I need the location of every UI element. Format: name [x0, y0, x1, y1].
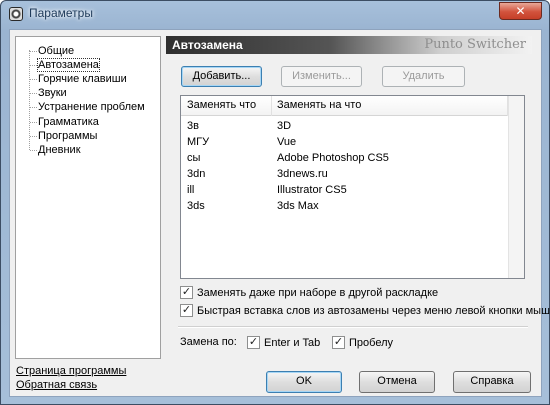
cell-replace-what: 3dn: [187, 168, 206, 180]
checkbox-box[interactable]: ✓: [247, 336, 260, 349]
cell-replace-what: сы: [187, 152, 201, 164]
nav-item-hotkeys[interactable]: Горячие клавиши: [30, 73, 127, 86]
cell-replace-with: Vue: [277, 136, 297, 148]
column-divider: [271, 96, 272, 116]
panel-title: Автозамена: [172, 38, 243, 52]
quick-insert-checkbox[interactable]: ✓ Быстрая вставка слов из автозамены чере…: [180, 304, 550, 318]
settings-nav-tree: Общие Автозамена Горячие клавиши Звуки У…: [15, 36, 161, 359]
feedback-link[interactable]: Обратная связь: [16, 379, 97, 391]
nav-item-general[interactable]: Общие: [30, 45, 74, 58]
help-button[interactable]: Справка: [453, 371, 531, 393]
delete-button[interactable]: Удалить: [382, 66, 465, 87]
cell-replace-with: 3dnews.ru: [277, 168, 328, 180]
autoreplace-table[interactable]: Заменять что Заменять на что 3в 3D МГУ V…: [180, 95, 525, 279]
cell-replace-what: 3ds: [187, 200, 205, 212]
cell-replace-with: 3D: [277, 120, 292, 132]
program-page-link[interactable]: Страница программы: [16, 365, 126, 377]
table-row[interactable]: сы Adobe Photoshop CS5: [181, 150, 509, 166]
column-header-replace-with[interactable]: Заменять на что: [277, 99, 361, 111]
checkbox-box[interactable]: ✓: [180, 304, 193, 317]
cell-replace-with: Adobe Photoshop CS5: [277, 152, 389, 164]
title-bar[interactable]: Параметры ✕: [1, 1, 549, 28]
app-icon: [9, 7, 23, 21]
table-row[interactable]: МГУ Vue: [181, 134, 509, 150]
table-row[interactable]: ill Illustrator CS5: [181, 182, 509, 198]
table-header: Заменять что Заменять на что: [181, 96, 524, 116]
cell-replace-with: 3ds Max: [277, 200, 319, 212]
table-scrollbar[interactable]: [508, 96, 524, 278]
nav-item-programs[interactable]: Программы: [30, 130, 97, 143]
panel-header: Автозамена Punto Switcher: [166, 36, 532, 54]
nav-item-diary[interactable]: Дневник: [30, 144, 81, 157]
add-button[interactable]: Добавить...: [181, 66, 262, 87]
settings-window: Параметры ✕ Общие Автозамена Горячие кла…: [0, 0, 550, 405]
checkbox-label: Заменять даже при наборе в другой раскла…: [197, 287, 439, 299]
replace-on-label: Замена по:: [180, 336, 237, 348]
cell-replace-what: 3в: [187, 120, 199, 132]
replace-other-layout-checkbox[interactable]: ✓ Заменять даже при наборе в другой раскл…: [180, 286, 438, 300]
cell-replace-with: Illustrator CS5: [277, 184, 347, 196]
cell-replace-what: МГУ: [187, 136, 210, 148]
table-row[interactable]: 3ds 3ds Max: [181, 198, 509, 214]
brand-logo-text: Punto Switcher: [424, 37, 526, 52]
checkbox-label: Пробелу: [349, 337, 393, 349]
nav-item-autoreplace[interactable]: Автозамена: [30, 58, 100, 72]
cell-replace-what: ill: [187, 184, 195, 196]
checkbox-label: Быстрая вставка слов из автозамены через…: [197, 305, 550, 317]
window-title: Параметры: [29, 6, 93, 20]
autoreplace-panel: Автозамена Punto Switcher Добавить... Из…: [166, 36, 550, 359]
column-header-replace-what[interactable]: Заменять что: [187, 99, 256, 111]
edit-button[interactable]: Изменить...: [281, 66, 362, 87]
enter-tab-checkbox[interactable]: ✓ Enter и Tab: [247, 336, 320, 350]
checkbox-label: Enter и Tab: [264, 337, 321, 349]
nav-item-sounds[interactable]: Звуки: [30, 87, 67, 100]
space-checkbox[interactable]: ✓ Пробелу: [332, 336, 393, 350]
cancel-button[interactable]: Отмена: [359, 371, 435, 393]
section-divider: [178, 326, 528, 328]
ok-button[interactable]: OK: [266, 371, 342, 393]
table-row[interactable]: 3dn 3dnews.ru: [181, 166, 509, 182]
close-button[interactable]: ✕: [499, 2, 542, 20]
nav-item-troubleshooting[interactable]: Устранение проблем: [30, 101, 145, 114]
checkbox-box[interactable]: ✓: [332, 336, 345, 349]
checkbox-box[interactable]: ✓: [180, 286, 193, 299]
dialog-client-area: Общие Автозамена Горячие клавиши Звуки У…: [9, 29, 550, 397]
nav-item-grammar[interactable]: Грамматика: [30, 116, 99, 129]
table-row[interactable]: 3в 3D: [181, 118, 509, 134]
